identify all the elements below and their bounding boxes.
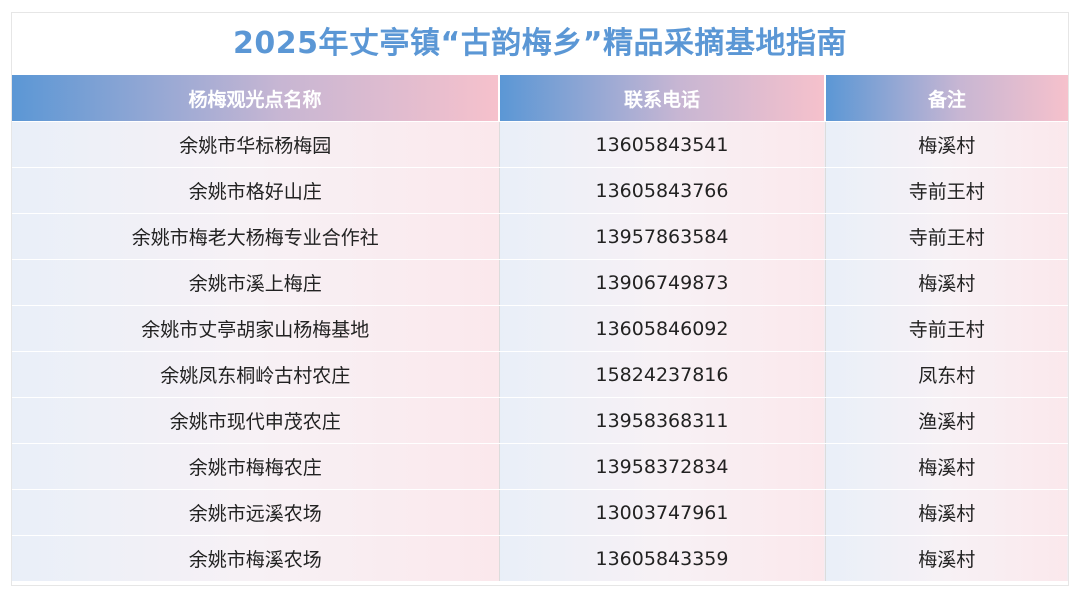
column-header-note: 备注 [825, 75, 1068, 122]
cell-name: 余姚市丈亭胡家山杨梅基地 [12, 305, 500, 352]
table-row: 余姚市格好山庄 13605843766 寺前王村 [12, 167, 1068, 214]
page-title: 2025年丈亭镇“古韵梅乡”精品采摘基地指南 [233, 26, 847, 61]
cell-note: 寺前王村 [825, 305, 1068, 352]
cell-name: 余姚市格好山庄 [12, 167, 500, 214]
table-row: 余姚市丈亭胡家山杨梅基地 13605846092 寺前王村 [12, 305, 1068, 352]
cell-name: 余姚市梅老大杨梅专业合作社 [12, 213, 500, 260]
cell-phone: 13605843359 [499, 535, 826, 582]
table-row: 余姚市远溪农场 13003747961 梅溪村 [12, 489, 1068, 536]
cell-name: 余姚市华标杨梅园 [12, 121, 500, 168]
table-row: 余姚市梅梅农庄 13958372834 梅溪村 [12, 443, 1068, 490]
cell-note: 梅溪村 [825, 535, 1068, 582]
cell-note: 凤东村 [825, 351, 1068, 398]
cell-note: 梅溪村 [825, 443, 1068, 490]
cell-phone: 13958372834 [499, 443, 826, 490]
cell-note: 寺前王村 [825, 213, 1068, 260]
table-row: 余姚市现代申茂农庄 13958368311 渔溪村 [12, 397, 1068, 444]
cell-phone: 13605843766 [499, 167, 826, 214]
cell-name: 余姚市溪上梅庄 [12, 259, 500, 306]
table-header-row: 杨梅观光点名称 联系电话 备注 [12, 75, 1068, 122]
cell-phone: 13906749873 [499, 259, 826, 306]
cell-name: 余姚市梅溪农场 [12, 535, 500, 582]
cell-note: 梅溪村 [825, 489, 1068, 536]
cell-phone: 15824237816 [499, 351, 826, 398]
column-header-phone: 联系电话 [499, 75, 826, 122]
cell-phone: 13003747961 [499, 489, 826, 536]
cell-note: 寺前王村 [825, 167, 1068, 214]
cell-name: 余姚市现代申茂农庄 [12, 397, 500, 444]
column-header-name: 杨梅观光点名称 [12, 75, 500, 122]
picking-base-table: 杨梅观光点名称 联系电话 备注 余姚市华标杨梅园 13605843541 梅溪村… [12, 75, 1068, 582]
cell-note: 梅溪村 [825, 259, 1068, 306]
table-row: 余姚市梅老大杨梅专业合作社 13957863584 寺前王村 [12, 213, 1068, 260]
cell-name: 余姚市远溪农场 [12, 489, 500, 536]
cell-phone: 13957863584 [499, 213, 826, 260]
cell-name: 余姚凤东桐岭古村农庄 [12, 351, 500, 398]
table-row: 余姚市华标杨梅园 13605843541 梅溪村 [12, 121, 1068, 168]
cell-phone: 13605843541 [499, 121, 826, 168]
table-row: 余姚凤东桐岭古村农庄 15824237816 凤东村 [12, 351, 1068, 398]
table-row: 余姚市溪上梅庄 13906749873 梅溪村 [12, 259, 1068, 306]
cell-phone: 13605846092 [499, 305, 826, 352]
guide-card: 2025年丈亭镇“古韵梅乡”精品采摘基地指南 杨梅观光点名称 联系电话 备注 余… [11, 12, 1069, 586]
table-row: 余姚市梅溪农场 13605843359 梅溪村 [12, 535, 1068, 582]
cell-name: 余姚市梅梅农庄 [12, 443, 500, 490]
cell-phone: 13958368311 [499, 397, 826, 444]
cell-note: 渔溪村 [825, 397, 1068, 444]
cell-note: 梅溪村 [825, 121, 1068, 168]
